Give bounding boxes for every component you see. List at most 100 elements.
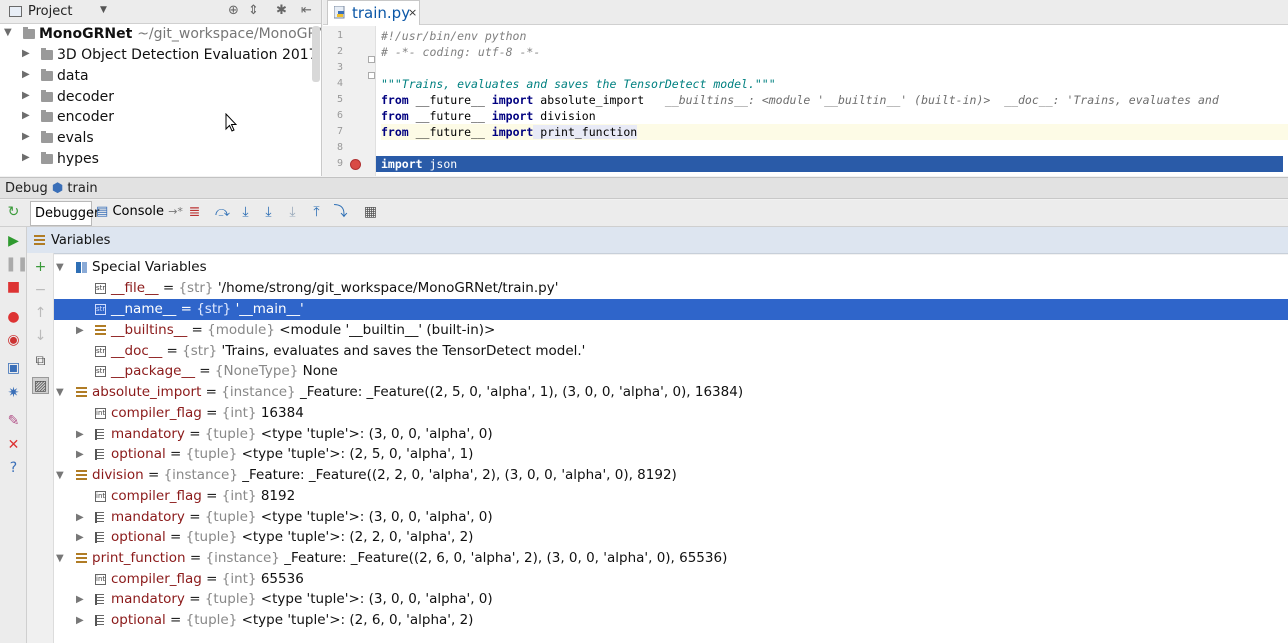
tree-item[interactable]: ▶ hypes: [0, 149, 321, 170]
fold-marker-icon[interactable]: [368, 56, 375, 63]
chevron-right-icon[interactable]: ▶: [22, 48, 30, 59]
tree-item[interactable]: ▶ encoder: [0, 107, 321, 128]
close-icon[interactable]: ✕: [5, 437, 22, 454]
tree-node-special-variables[interactable]: ▼ Special Variables: [54, 257, 1288, 278]
variable-row[interactable]: ▼ division = {instance} _Feature: _Featu…: [54, 465, 1288, 486]
tab-debugger[interactable]: Debugger: [30, 201, 99, 226]
execution-point-line[interactable]: import json: [376, 156, 1283, 172]
run-to-cursor-icon[interactable]: ⤵: [332, 204, 349, 221]
line-number: 4: [336, 78, 343, 89]
variable-row[interactable]: ▶ optional = {tuple} <type 'tuple'>: (2,…: [54, 444, 1288, 465]
tree-root[interactable]: ▼ MonoGRNet ~/git_workspace/MonoGRNet: [0, 24, 321, 45]
variable-row[interactable]: ▶ __builtins__ = {module} <module '__bui…: [54, 320, 1288, 341]
chevron-right-icon[interactable]: ▶: [22, 131, 30, 142]
view-breakpoints-icon[interactable]: ●: [5, 309, 22, 326]
sync-icon[interactable]: ⊕: [228, 3, 239, 18]
force-step-into-icon[interactable]: ⤓: [284, 204, 301, 221]
move-up-icon[interactable]: ↑: [32, 305, 49, 322]
variable-row[interactable]: str __doc__ = {str} 'Trains, evaluates a…: [54, 341, 1288, 362]
chevron-right-icon[interactable]: ▶: [22, 152, 30, 163]
variable-row[interactable]: ▼ print_function = {instance} _Feature: …: [54, 548, 1288, 569]
step-over-icon[interactable]: ⤼: [214, 204, 231, 221]
variable-row[interactable]: ▶ mandatory = {tuple} <type 'tuple'>: (3…: [54, 589, 1288, 610]
mute-breakpoints-icon[interactable]: ◉: [5, 332, 22, 349]
variable-row[interactable]: ▶ mandatory = {tuple} <type 'tuple'>: (3…: [54, 424, 1288, 445]
line-number: 3: [336, 62, 343, 73]
show-watches-icon[interactable]: ▨: [32, 377, 49, 394]
evaluate-expression-icon[interactable]: ▦: [362, 204, 379, 221]
variable-row[interactable]: str __file__ = {str} '/home/strong/git_w…: [54, 278, 1288, 299]
chevron-right-icon[interactable]: ▶: [22, 90, 30, 101]
equals-sign: =: [184, 509, 205, 525]
fold-marker-icon[interactable]: [368, 72, 375, 79]
chevron-down-icon[interactable]: ▼: [56, 382, 64, 403]
code-line-1[interactable]: #!/usr/bin/env python: [381, 28, 1288, 44]
variable-row[interactable]: ▶ mandatory = {tuple} <type 'tuple'>: (3…: [54, 507, 1288, 528]
code-line-8[interactable]: [381, 140, 1288, 156]
variable-row[interactable]: str __package__ = {NoneType} None: [54, 361, 1288, 382]
chevron-right-icon[interactable]: ▶: [76, 444, 84, 465]
code-line-2[interactable]: # -*- coding: utf-8 -*-: [381, 44, 1288, 60]
chevron-right-icon[interactable]: ▶: [76, 589, 84, 610]
step-into-icon[interactable]: ⤓: [237, 204, 254, 221]
variable-row[interactable]: ▶ optional = {tuple} <type 'tuple'>: (2,…: [54, 610, 1288, 631]
settings-icon[interactable]: ✷: [5, 385, 22, 402]
chevron-down-icon[interactable]: ▼: [4, 27, 12, 38]
folder-icon: [41, 131, 53, 143]
chevron-right-icon[interactable]: ▶: [76, 424, 84, 445]
chevron-down-icon[interactable]: ▼: [56, 548, 64, 569]
gear-icon[interactable]: ✱: [276, 3, 287, 18]
tab-console[interactable]: ▤ Console →*: [96, 204, 183, 219]
move-down-icon[interactable]: ↓: [32, 328, 49, 345]
variable-row[interactable]: ▶ optional = {tuple} <type 'tuple'>: (2,…: [54, 527, 1288, 548]
variable-row[interactable]: ▼ absolute_import = {instance} _Feature:…: [54, 382, 1288, 403]
code-line-4[interactable]: """Trains, evaluates and saves the Tenso…: [381, 76, 1288, 92]
chevron-right-icon[interactable]: ▶: [76, 527, 84, 548]
code-keyword: import: [491, 109, 534, 123]
code-line-6[interactable]: from __future__ import division: [381, 108, 1288, 124]
stop-icon[interactable]: ■: [5, 279, 22, 296]
tree-item[interactable]: ▶ 3D Object Detection Evaluation 2017: [0, 45, 321, 66]
equals-sign: =: [165, 446, 186, 462]
copy-icon[interactable]: ⧉: [32, 353, 49, 370]
tree-item[interactable]: ▶ data: [0, 66, 321, 87]
scrollbar-thumb[interactable]: [312, 26, 320, 82]
root-name: MonoGRNet: [39, 26, 133, 42]
hide-icon[interactable]: ⇤: [301, 3, 312, 18]
step-out-icon[interactable]: ⤒: [308, 204, 325, 221]
chevron-right-icon[interactable]: ▶: [76, 507, 84, 528]
help-icon[interactable]: ?: [5, 460, 22, 477]
resume-icon[interactable]: ▶: [5, 233, 22, 250]
chevron-right-icon[interactable]: ▶: [76, 610, 84, 631]
project-view-selector[interactable]: Project: [28, 4, 72, 19]
remove-watch-icon[interactable]: −: [32, 282, 49, 299]
code-line-5[interactable]: from __future__ import absolute_import _…: [381, 92, 1288, 108]
tree-item[interactable]: ▶ decoder: [0, 87, 321, 108]
breakpoint-icon[interactable]: [350, 159, 361, 170]
close-icon[interactable]: ×: [408, 6, 417, 19]
new-watch-icon[interactable]: +: [32, 259, 49, 276]
variable-row[interactable]: int compiler_flag = {int} 16384: [54, 403, 1288, 424]
rerun-icon[interactable]: ↻: [5, 204, 22, 221]
chevron-right-icon[interactable]: ▶: [22, 110, 30, 121]
chevron-right-icon[interactable]: ▶: [22, 69, 30, 80]
variable-type: {tuple}: [204, 426, 257, 442]
code-line-3[interactable]: [381, 60, 1288, 76]
pause-icon[interactable]: ❚❚: [5, 256, 28, 273]
chevron-down-icon[interactable]: ▼: [56, 465, 64, 486]
chevron-right-icon[interactable]: ▶: [76, 320, 84, 341]
tree-item[interactable]: ▶ evals: [0, 128, 321, 149]
pin-tab-icon[interactable]: ✎: [5, 413, 22, 430]
variable-row-selected[interactable]: str __name__ = {str} '__main__': [54, 299, 1288, 320]
show-execution-point-icon[interactable]: ≣: [186, 204, 203, 221]
variable-row[interactable]: int compiler_flag = {int} 8192: [54, 486, 1288, 507]
collapse-icon[interactable]: ⇕: [248, 3, 259, 18]
editor-gutter[interactable]: 1 2 3 4 5 6 7 8 9: [323, 26, 376, 176]
code-line-7[interactable]: from __future__ import print_function: [381, 124, 1288, 140]
step-into-my-code-icon[interactable]: ⤓: [260, 204, 277, 221]
chevron-down-icon[interactable]: ▼: [56, 257, 64, 278]
chevron-down-icon[interactable]: ▼: [100, 5, 107, 15]
tab-train-py[interactable]: train.py ×: [327, 0, 420, 25]
variable-row[interactable]: int compiler_flag = {int} 65536: [54, 569, 1288, 590]
restore-layout-icon[interactable]: ▣: [5, 360, 22, 377]
